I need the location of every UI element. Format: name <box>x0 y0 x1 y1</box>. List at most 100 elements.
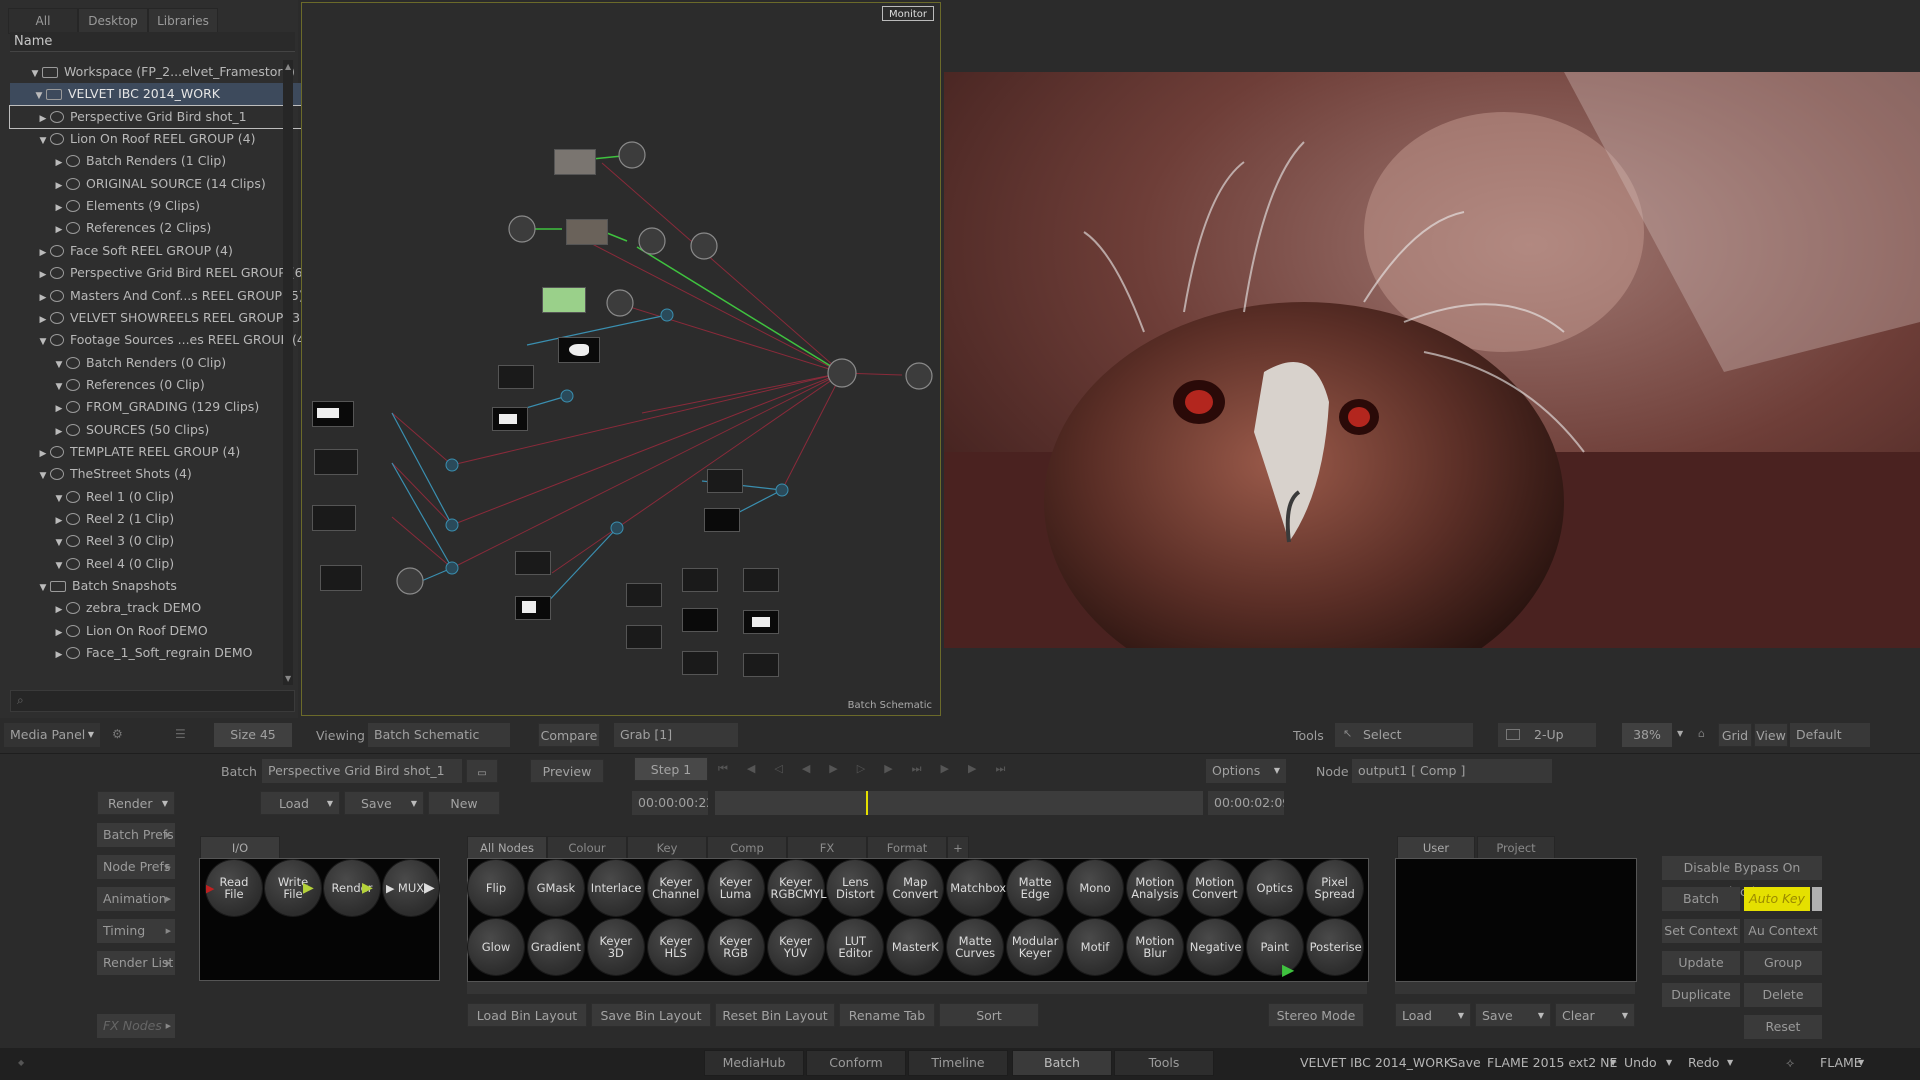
expand-down-icon[interactable]: ▼ <box>36 130 50 150</box>
auto-key-toggle[interactable] <box>1812 887 1822 911</box>
fx-node-lut-editor[interactable]: LUT Editor <box>827 919 884 975</box>
expand-right-icon[interactable]: ▶ <box>52 152 66 172</box>
palette-tab[interactable]: All Nodes <box>467 836 547 860</box>
render-dropdown[interactable]: Render <box>97 791 175 816</box>
version-dropdown[interactable]: FLAME 2015 ext2 NE <box>1487 1053 1617 1073</box>
tab-batch[interactable]: Batch <box>1012 1050 1112 1076</box>
sort-button[interactable]: Sort <box>939 1003 1039 1027</box>
fx-node-gmask[interactable]: GMask <box>527 860 584 916</box>
matte-node[interactable] <box>492 407 528 431</box>
timing-button[interactable]: Timing <box>97 919 175 943</box>
fx-node-keyer-rgb[interactable]: Keyer RGB <box>707 919 764 975</box>
fx-node-matchbox[interactable]: Matchbox <box>947 860 1006 916</box>
fx-node-lens-distort[interactable]: Lens Distort <box>827 860 884 916</box>
tree-item[interactable]: ▼ Reel 4 (0 Clip) <box>10 553 322 575</box>
expand-down-icon[interactable]: ▼ <box>52 555 66 575</box>
viewing-select[interactable]: Batch Schematic <box>368 723 510 747</box>
fx-node-keyer-luma[interactable]: Keyer Luma <box>707 860 764 916</box>
clip-node[interactable] <box>554 149 596 175</box>
fx-node-gradient[interactable]: Gradient <box>527 919 584 975</box>
size-slider[interactable]: Size 45 <box>214 723 292 747</box>
tree-item[interactable]: ▼ Footage Sources ...es REEL GROUP (4) <box>10 329 306 351</box>
clip-node[interactable] <box>320 565 362 591</box>
playhead[interactable] <box>866 791 869 815</box>
clip-node[interactable] <box>707 469 743 493</box>
expand-right-icon[interactable]: ▶ <box>52 219 66 239</box>
expand-down-icon[interactable]: ▼ <box>32 85 46 105</box>
compare-button[interactable]: Compare <box>538 723 600 747</box>
expand-right-icon[interactable]: ▶ <box>52 510 66 530</box>
palette-tab[interactable]: Key <box>627 836 707 860</box>
undo-button[interactable]: Undo <box>1624 1053 1657 1073</box>
auto-key-button[interactable]: Auto Key <box>1744 887 1810 911</box>
palette-scrollbar[interactable] <box>467 982 1367 994</box>
tab-libraries[interactable]: Libraries <box>148 8 218 34</box>
palette-tab[interactable]: Colour <box>547 836 627 860</box>
app-name[interactable]: FLAME <box>1820 1053 1862 1073</box>
expand-right-icon[interactable]: ▶ <box>36 242 50 262</box>
disable-bypass-button[interactable]: Disable Bypass On Selection <box>1662 856 1822 899</box>
delete-button[interactable]: Delete <box>1744 983 1822 1007</box>
user-save-dropdown[interactable]: Save <box>1475 1003 1551 1028</box>
tree-item[interactable]: ▶ References (2 Clips) <box>10 217 322 239</box>
expand-right-icon[interactable]: ▶ <box>52 398 66 418</box>
node-field[interactable]: output1 [ Comp ] <box>1352 759 1552 783</box>
reset-bin-layout-button[interactable]: Reset Bin Layout <box>715 1003 835 1027</box>
update-button[interactable]: Update <box>1662 951 1740 975</box>
expand-down-icon[interactable]: ▼ <box>52 354 66 374</box>
tree-item[interactable]: ▶ Masters And Conf...s REEL GROUP (5) <box>10 285 306 307</box>
tree-scrollbar[interactable]: ▲ ▼ <box>283 60 293 685</box>
matte-node[interactable] <box>558 337 600 363</box>
tree-item[interactable]: ▶ Batch Renders (1 Clip) <box>10 150 322 172</box>
fx-node-keyer-channel[interactable]: Keyer Channel <box>647 860 704 916</box>
tree-item[interactable]: ▶ FROM_GRADING (129 Clips) <box>10 396 322 418</box>
fx-node-keyer-yuv[interactable]: Keyer YUV <box>767 919 824 975</box>
expand-down-icon[interactable]: ▼ <box>52 532 66 552</box>
preview-button[interactable]: Preview <box>530 759 604 783</box>
fx-node-modular-keyer[interactable]: Modular Keyer <box>1007 919 1064 975</box>
step-button[interactable]: Step 1 <box>634 757 708 781</box>
timecode-start[interactable]: 00:00:00:22 <box>632 791 708 815</box>
matte-node[interactable] <box>743 610 779 634</box>
gear-icon[interactable]: ⚙ <box>112 727 123 741</box>
tree-item[interactable]: ▶ Elements (9 Clips) <box>10 195 322 217</box>
user-load-dropdown[interactable]: Load <box>1395 1003 1471 1028</box>
clip-node[interactable] <box>626 583 662 607</box>
fx-node-posterise[interactable]: Posterise <box>1306 919 1363 975</box>
palette-tab[interactable]: + <box>947 836 969 860</box>
tree-item[interactable]: ▶ Face Soft REEL GROUP (4) <box>10 240 306 262</box>
tree-item[interactable]: ▶ ORIGINAL SOURCE (14 Clips) <box>10 173 322 195</box>
fx-node-keyer-3d[interactable]: Keyer 3D <box>587 919 644 975</box>
scroll-up-icon[interactable]: ▲ <box>285 62 291 71</box>
fx-node-motion-blur[interactable]: Motion Blur <box>1126 919 1183 975</box>
expand-down-icon[interactable]: ▼ <box>52 376 66 396</box>
fx-node-matte-curves[interactable]: Matte Curves <box>947 919 1004 975</box>
media-panel-dropdown[interactable]: Media Panel <box>4 723 100 747</box>
zoom-dropdown-icon[interactable]: ▼ <box>1677 729 1683 738</box>
expand-right-icon[interactable]: ▶ <box>36 443 50 463</box>
load-bin-layout-button[interactable]: Load Bin Layout <box>467 1003 587 1027</box>
select-tool[interactable]: Select <box>1335 723 1473 747</box>
expand-right-icon[interactable]: ▶ <box>52 421 66 441</box>
clip-node[interactable] <box>314 449 358 475</box>
tree-item[interactable]: ▶ zebra_track DEMO <box>10 597 322 619</box>
fx-node-matte-edge[interactable]: Matte Edge <box>1007 860 1064 916</box>
reset-button[interactable]: Reset <box>1744 1015 1822 1039</box>
expand-right-icon[interactable]: ▶ <box>36 309 50 329</box>
expand-down-icon[interactable]: ▼ <box>36 331 50 351</box>
tree-item[interactable]: ▶ Reel 2 (1 Clip) <box>10 508 322 530</box>
list-view-icon[interactable]: ☰ <box>175 727 186 741</box>
save-dropdown[interactable]: Save <box>344 791 424 816</box>
tree-item[interactable]: ▼ Lion On Roof REEL GROUP (4) <box>10 128 306 150</box>
palette-tab[interactable]: Format <box>867 836 947 860</box>
expand-right-icon[interactable]: ▶ <box>52 622 66 642</box>
node-prefs-button[interactable]: Node Prefs <box>97 855 175 879</box>
tree-item[interactable]: ▶ SOURCES (50 Clips) <box>10 419 322 441</box>
chevron-down-icon[interactable]: ▼ <box>1858 1053 1864 1073</box>
image-viewer[interactable] <box>944 72 1920 648</box>
timecode-end[interactable]: 00:00:02:09 <box>1208 791 1284 815</box>
expand-down-icon[interactable]: ▼ <box>28 63 42 83</box>
expand-right-icon[interactable]: ▶ <box>36 108 50 128</box>
user-palette-scrollbar[interactable] <box>1395 982 1635 994</box>
chevron-down-icon[interactable]: ▼ <box>1666 1053 1672 1073</box>
